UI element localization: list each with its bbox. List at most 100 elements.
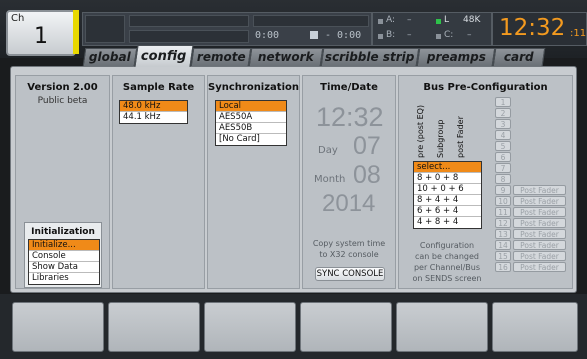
post-fader-button-14[interactable]: Post Fader — [513, 240, 566, 250]
sample-rate-list: 48.0 kHz 44.1 kHz — [119, 100, 188, 124]
encoder-button-6[interactable] — [492, 302, 578, 352]
year-value[interactable]: 2014 — [322, 190, 375, 218]
bus-number-11[interactable]: 11 — [495, 207, 511, 217]
initialization-box: Initialization Initialize... Console Sho… — [24, 222, 102, 288]
list-item[interactable]: 44.1 kHz — [120, 112, 187, 123]
bus-preconfig-section: Bus Pre-Configuration pre (post EQ) Subg… — [398, 75, 573, 289]
channel-selector[interactable]: Ch 1 — [6, 10, 76, 56]
tab-global[interactable]: global — [82, 48, 138, 66]
stop-icon[interactable] — [310, 31, 318, 39]
tab-network[interactable]: network — [248, 48, 324, 66]
list-item[interactable]: Initialize... — [29, 240, 99, 251]
bus-number-1[interactable]: 1 — [495, 97, 511, 107]
list-item[interactable]: 8 + 4 + 4 — [414, 195, 481, 206]
meter-slot — [85, 15, 125, 43]
encoder-button-2[interactable] — [108, 302, 200, 352]
bus-number-7[interactable]: 7 — [495, 163, 511, 173]
tab-preamps[interactable]: preamps — [416, 48, 496, 66]
post-fader-button-10[interactable]: Post Fader — [513, 196, 566, 206]
list-item[interactable]: [No Card] — [216, 134, 286, 145]
player-remaining-time: - 0:00 — [325, 30, 362, 41]
bus-number-5[interactable]: 5 — [495, 141, 511, 151]
post-fader-button-12[interactable]: Post Fader — [513, 218, 566, 228]
bus-number-6[interactable]: 6 — [495, 152, 511, 162]
time-display[interactable]: 12:32 — [316, 102, 384, 133]
month-value[interactable]: 08 — [353, 161, 381, 190]
list-item[interactable]: Show Data — [29, 262, 99, 273]
encoder-button-4[interactable] — [300, 302, 392, 352]
bus-number-14[interactable]: 14 — [495, 240, 511, 250]
list-item[interactable]: 6 + 6 + 4 — [414, 206, 481, 217]
a-indicator-icon — [378, 19, 383, 24]
b-indicator-icon — [378, 34, 383, 39]
initialization-list: Initialize... Console Show Data Librarie… — [28, 239, 100, 285]
status-l-label: L — [444, 15, 450, 25]
list-item[interactable]: 48.0 kHz — [120, 101, 187, 112]
meter-slot — [253, 15, 369, 27]
post-fader-button-11[interactable]: Post Fader — [513, 207, 566, 217]
bus-number-4[interactable]: 4 — [495, 130, 511, 140]
tab-remote[interactable]: remote — [190, 48, 252, 66]
clock-time: 12:32 — [499, 15, 566, 41]
c-indicator-icon — [436, 34, 441, 39]
bus-note-line4: on SENDS screen — [412, 274, 482, 283]
encoder-button-3[interactable] — [204, 302, 296, 352]
post-fader-button-13[interactable]: Post Fader — [513, 229, 566, 239]
bus-number-12[interactable]: 12 — [495, 218, 511, 228]
bus-preconfig-title: Bus Pre-Configuration — [423, 82, 548, 93]
synchronization-list: Local AES50A AES50B [No Card] — [215, 100, 287, 146]
bus-number-13[interactable]: 13 — [495, 229, 511, 239]
status-box: A: – B: – L 48K C: – — [372, 12, 492, 46]
month-label: Month — [314, 174, 346, 185]
encoder-button-5[interactable] — [396, 302, 488, 352]
meter-slot — [129, 30, 249, 43]
player-elapsed-time: 0:00 — [255, 30, 280, 41]
vertical-label-subgroup: Subgroup — [436, 119, 445, 158]
status-b-label: B: — [386, 30, 396, 40]
list-item[interactable]: Libraries — [29, 273, 99, 284]
clock-seconds: :11 — [570, 28, 587, 39]
tab-config[interactable]: config — [134, 45, 194, 67]
time-date-title: Time/Date — [320, 82, 378, 93]
list-item[interactable]: Local — [216, 101, 286, 112]
bus-number-8[interactable]: 8 — [495, 174, 511, 184]
status-a-value: – — [407, 15, 412, 25]
list-item[interactable]: AES50B — [216, 123, 286, 134]
list-item[interactable]: Console — [29, 251, 99, 262]
sync-console-button[interactable]: SYNC CONSOLE — [315, 267, 385, 281]
bus-number-3[interactable]: 3 — [495, 119, 511, 129]
bus-note-line2: can be changed — [415, 252, 479, 261]
bus-number-15[interactable]: 15 — [495, 251, 511, 261]
meter-slot — [129, 15, 249, 27]
post-fader-button-15[interactable]: Post Fader — [513, 251, 566, 261]
channel-number: 1 — [34, 24, 48, 49]
post-fader-button-16[interactable]: Post Fader — [513, 262, 566, 272]
post-fader-button-9[interactable]: Post Fader — [513, 185, 566, 195]
list-item[interactable]: AES50A — [216, 112, 286, 123]
status-a-label: A: — [386, 15, 396, 25]
bus-number-10[interactable]: 10 — [495, 196, 511, 206]
status-c-label: C: — [444, 30, 454, 40]
list-item[interactable]: 10 + 0 + 6 — [414, 184, 481, 195]
tab-scribble-strip[interactable]: scribble strip — [320, 48, 420, 66]
day-value[interactable]: 07 — [353, 132, 381, 161]
bus-number-9[interactable]: 9 — [495, 185, 511, 195]
list-item[interactable]: 8 + 0 + 8 — [414, 173, 481, 184]
encoder-button-1[interactable] — [12, 302, 104, 352]
bus-note-line3: per Channel/Bus — [413, 263, 481, 272]
clock: 12:32 :11 — [492, 12, 587, 46]
synchronization-section: Synchronization Local AES50A AES50B [No … — [207, 75, 300, 289]
bus-config-list: select... 8 + 0 + 8 10 + 0 + 6 8 + 4 + 4… — [413, 161, 482, 229]
synchronization-title: Synchronization — [208, 82, 300, 93]
list-item[interactable]: 4 + 8 + 4 — [414, 217, 481, 228]
config-panel: Version 2.00 Public beta Initialization … — [10, 66, 577, 293]
tab-card[interactable]: card — [492, 48, 546, 66]
status-c-value: – — [467, 30, 472, 40]
bus-number-16[interactable]: 16 — [495, 262, 511, 272]
list-item[interactable]: select... — [414, 162, 481, 173]
bus-number-2[interactable]: 2 — [495, 108, 511, 118]
bus-note-line1: Configuration — [419, 241, 475, 250]
encoder-bar — [0, 294, 587, 359]
sample-rate-section: Sample Rate 48.0 kHz 44.1 kHz — [112, 75, 205, 289]
time-date-section: Time/Date 12:32 Day 07 Month 08 2014 Cop… — [302, 75, 396, 289]
